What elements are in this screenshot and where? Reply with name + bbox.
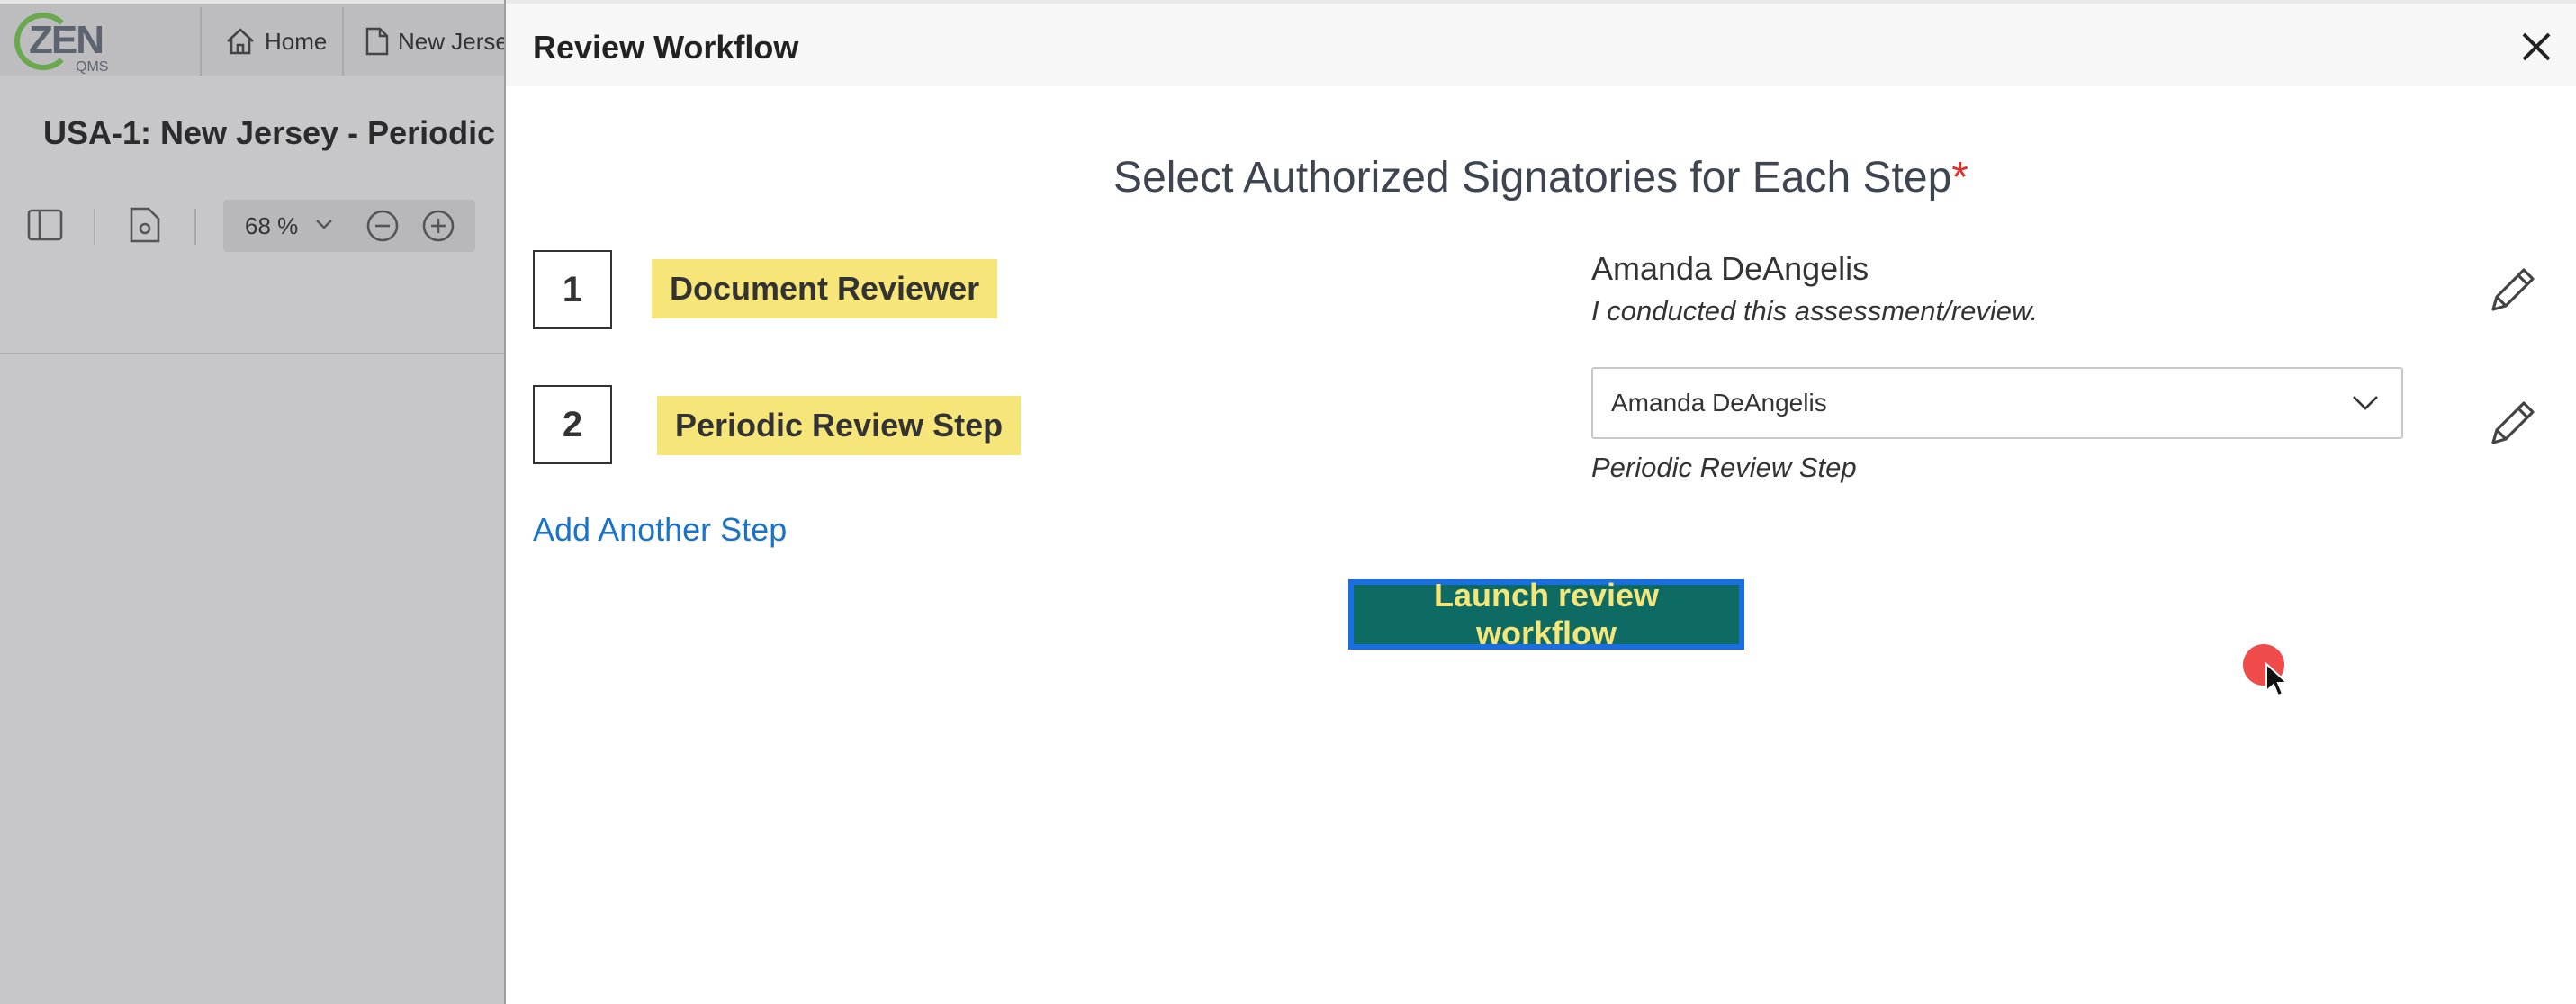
zenqms-logo[interactable]: ZEN QMS [11, 11, 110, 76]
add-another-step-link[interactable]: Add Another Step [533, 511, 787, 549]
step-2-signer-select[interactable]: Amanda DeAngelis [1591, 367, 2403, 439]
logo-text: ZEN [29, 18, 104, 62]
chevron-down-icon[interactable] [315, 218, 333, 230]
document-settings-icon[interactable] [130, 207, 160, 243]
logo-subtext: QMS [76, 59, 109, 75]
step-1-signer-note: I conducted this assessment/review. [1591, 295, 2039, 327]
section-heading-text: Select Authorized Signatories for Each S… [1113, 154, 1952, 202]
step-2-selected-signer: Amanda DeAngelis [1611, 389, 1827, 417]
document-title-bar: USA-1: New Jersey - Periodic R [0, 90, 527, 176]
edit-pencil-icon[interactable] [2484, 396, 2540, 452]
sidebar-toggle-icon[interactable] [27, 209, 63, 241]
zoom-in-icon[interactable] [421, 209, 455, 243]
section-heading: Select Authorized Signatories for Each S… [506, 153, 2576, 202]
nav-home[interactable]: Home [200, 7, 344, 76]
step-label-document-reviewer[interactable]: Document Reviewer [652, 259, 998, 318]
document-title: USA-1: New Jersey - Periodic R [43, 114, 528, 151]
viewer-divider [0, 353, 504, 354]
step-label-periodic-review[interactable]: Periodic Review Step [657, 396, 1022, 455]
zoom-out-icon[interactable] [365, 209, 400, 243]
panel-title: Review Workflow [533, 29, 799, 66]
nav-document-label: New Jersey [398, 27, 520, 55]
edit-pencil-icon[interactable] [2484, 263, 2540, 318]
document-icon [365, 27, 389, 56]
toolbar-divider [94, 209, 95, 245]
panel-header: Review Workflow [506, 0, 2576, 86]
chevron-down-icon[interactable] [2351, 392, 2380, 412]
step-number-1: 1 [533, 250, 612, 329]
review-workflow-panel: Review Workflow Select Authorized Signat… [504, 0, 2576, 1004]
nav-document-tab[interactable]: New Jersey [342, 7, 522, 76]
zoom-control: 68 % [223, 200, 475, 252]
zoom-value[interactable]: 68 % [245, 212, 298, 240]
toolbar-divider [194, 209, 196, 245]
required-marker: * [1951, 154, 1968, 202]
home-icon [227, 28, 254, 55]
nav-home-label: Home [265, 27, 328, 55]
step-2-signer-note: Periodic Review Step [1591, 452, 1857, 483]
step-1-signer-name: Amanda DeAngelis [1591, 250, 1869, 287]
launch-review-workflow-button[interactable]: Launch review workflow [1348, 577, 1744, 651]
mouse-cursor-icon [2265, 662, 2290, 697]
step-number-2: 2 [533, 385, 612, 464]
close-icon[interactable] [2517, 27, 2556, 67]
